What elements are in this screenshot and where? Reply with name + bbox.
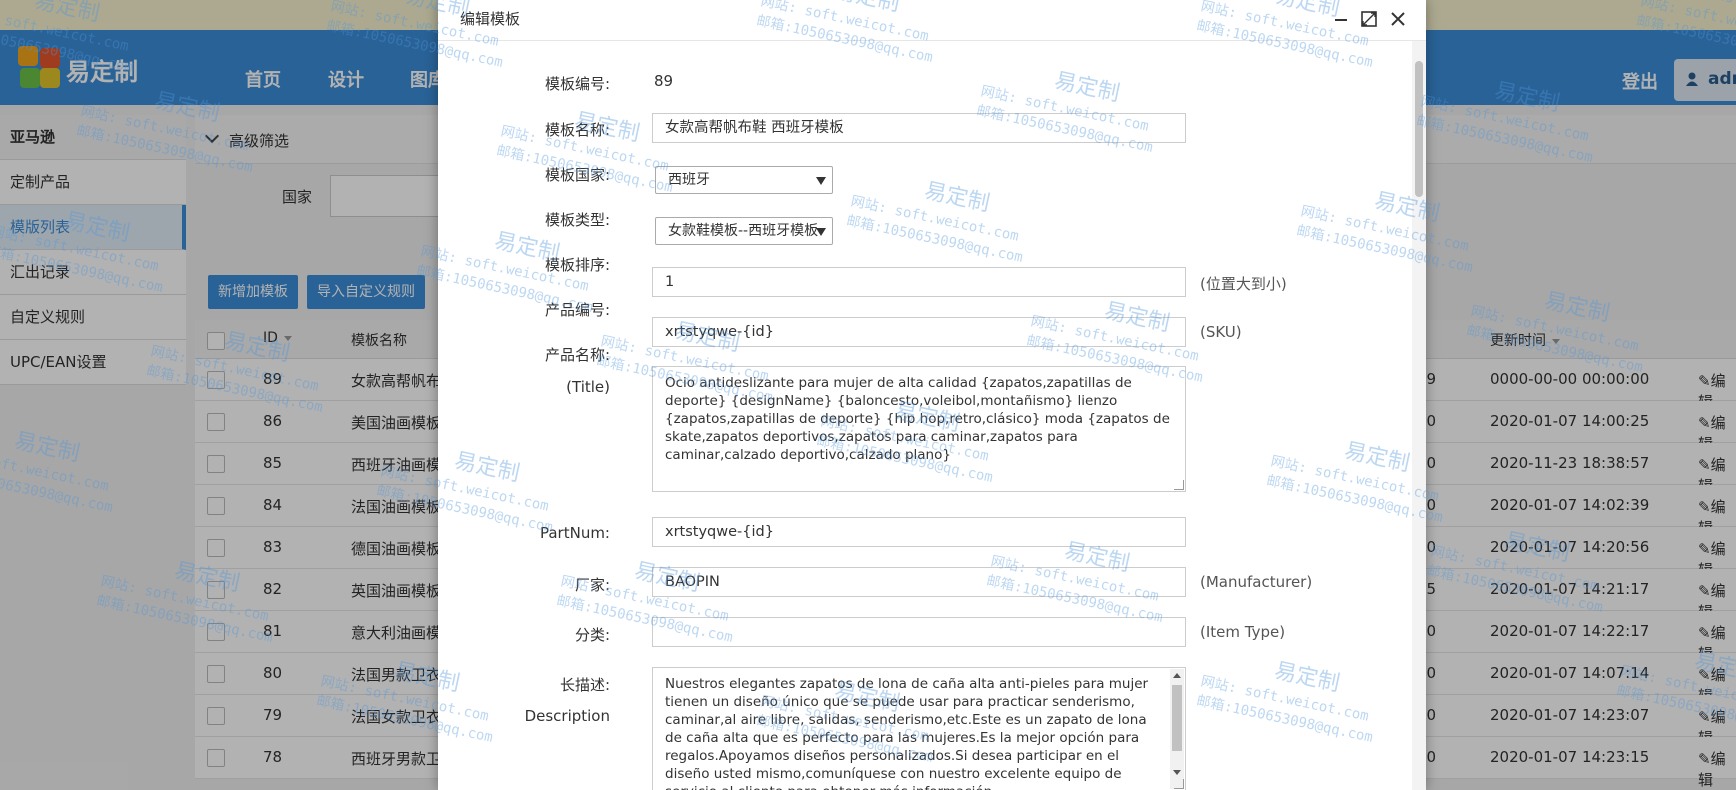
template-id-label: 模板编号: xyxy=(544,75,610,93)
template-sort-label: 模板排序: xyxy=(544,256,610,274)
partnum-input[interactable]: xrtstyqwe-{id} xyxy=(652,517,1186,547)
template-id-value: 89 xyxy=(654,72,674,90)
category-hint: (Item Type) xyxy=(1200,623,1286,641)
product-title-label: 产品名称: xyxy=(544,346,610,364)
product-title-textarea[interactable]: Ocio antideslizante para mujer de alta c… xyxy=(652,366,1186,492)
sku-label: 产品编号: xyxy=(544,301,610,319)
template-name-label: 模板名称: xyxy=(544,121,610,139)
partnum-label: PartNum: xyxy=(539,524,610,542)
category-label: 分类: xyxy=(574,626,610,644)
template-type-label: 模板类型: xyxy=(544,211,610,229)
dialog-scrollbar[interactable] xyxy=(1412,41,1426,790)
category-input[interactable] xyxy=(652,617,1186,647)
textarea-scrollbar[interactable] xyxy=(1170,669,1184,789)
maximize-icon[interactable] xyxy=(1360,10,1378,28)
scroll-up-icon[interactable] xyxy=(1173,673,1181,678)
sku-hint: (SKU) xyxy=(1200,323,1242,341)
scroll-thumb[interactable] xyxy=(1172,685,1182,751)
manufacturer-label: 厂家: xyxy=(574,576,610,594)
dialog-scroll-thumb[interactable] xyxy=(1415,61,1423,197)
dialog-title: 编辑模板 xyxy=(460,10,521,28)
close-icon[interactable] xyxy=(1389,10,1407,28)
template-name-input[interactable]: 女款高帮帆布鞋 西班牙模板 xyxy=(652,113,1186,143)
description-textarea[interactable]: Nuestros elegantes zapatos de lona de ca… xyxy=(652,667,1186,790)
product-title-sublabel: (Title) xyxy=(566,378,610,396)
dropdown-arrow-icon xyxy=(816,177,826,185)
manufacturer-hint: (Manufacturer) xyxy=(1200,573,1313,591)
template-country-label: 模板国家: xyxy=(544,166,610,184)
scroll-down-icon[interactable] xyxy=(1173,770,1181,775)
template-country-select[interactable]: 西班牙 xyxy=(655,166,833,194)
sku-input[interactable]: xrtstyqwe-{id} xyxy=(652,317,1186,347)
edit-template-dialog: 编辑模板 模板编号: 89 模板名称: 女款高帮帆布鞋 西班牙模板 模板国家: … xyxy=(438,0,1426,790)
resize-handle-icon[interactable] xyxy=(1174,779,1184,789)
dialog-titlebar: 编辑模板 xyxy=(438,0,1426,41)
manufacturer-input[interactable]: BAOPIN xyxy=(652,567,1186,597)
template-type-select[interactable]: 女款鞋模板--西班牙模板 xyxy=(655,217,833,245)
template-sort-input[interactable]: 1 xyxy=(652,267,1186,297)
template-sort-hint: (位置大到小) xyxy=(1200,275,1287,293)
dropdown-arrow-icon xyxy=(816,228,826,236)
resize-handle-icon[interactable] xyxy=(1174,480,1184,490)
minimize-icon[interactable] xyxy=(1332,10,1350,28)
description-label: 长描述: xyxy=(559,676,610,694)
description-sublabel: Description xyxy=(524,707,610,725)
dialog-body: 模板编号: 89 模板名称: 女款高帮帆布鞋 西班牙模板 模板国家: 西班牙 模… xyxy=(438,41,1410,790)
